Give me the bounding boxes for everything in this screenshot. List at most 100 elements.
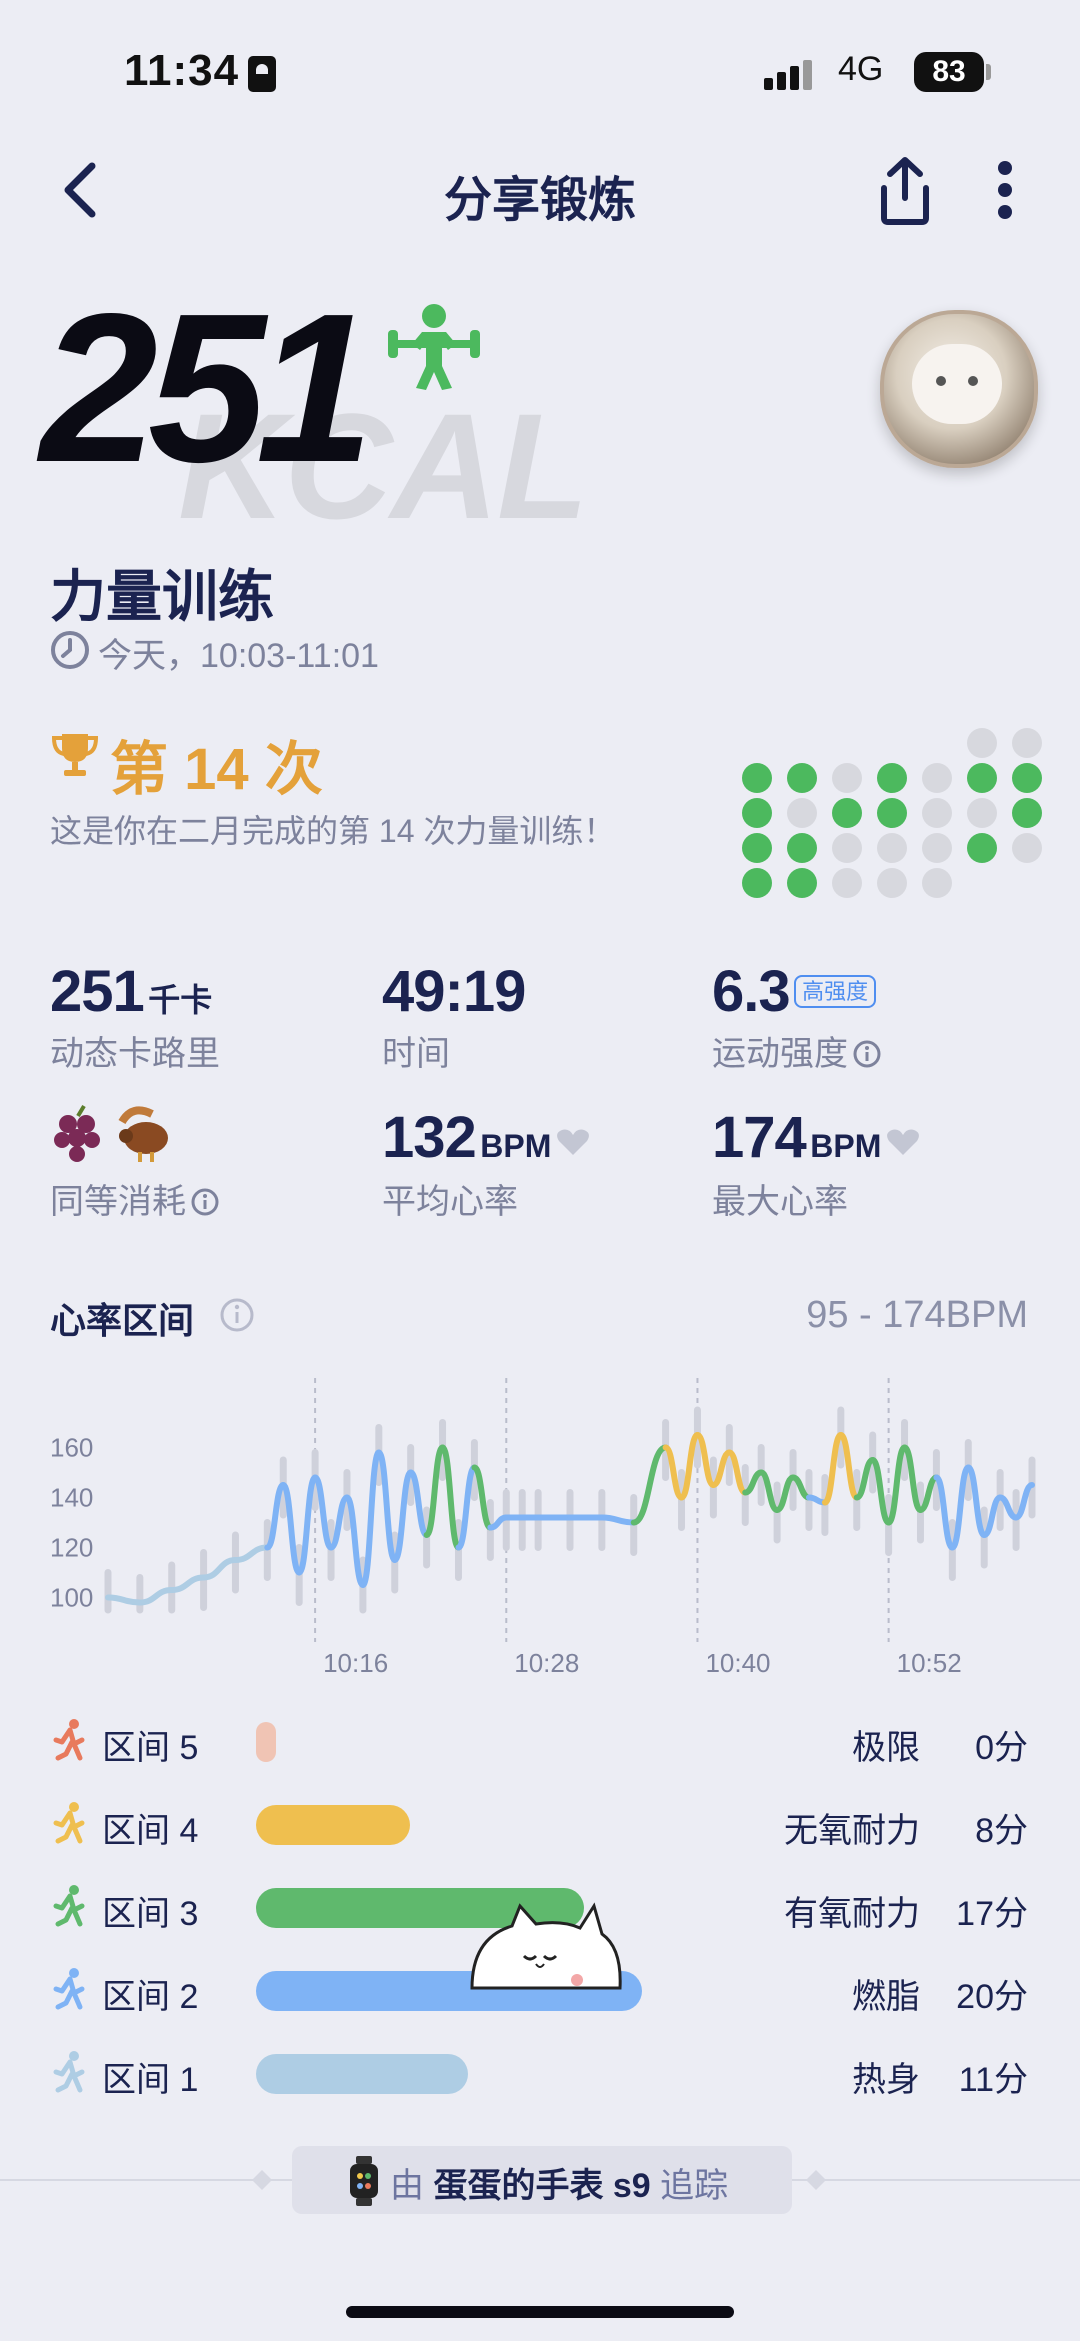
zone-label: 区间 1 [102, 2061, 199, 2099]
activity-dot [877, 798, 907, 828]
calories-label: 动态卡路里 [50, 1035, 220, 1073]
grapes-icon [54, 1104, 100, 1162]
share-icon [881, 157, 929, 225]
more-vertical-icon [998, 161, 1012, 219]
activity-dot [832, 798, 862, 828]
diamond-decor [252, 2170, 272, 2190]
max-hr-unit: BPM [810, 1128, 882, 1164]
tracked-by-suffix: 追踪 [660, 2167, 729, 2205]
cat-sticker [470, 1902, 622, 1990]
activity-dot [1012, 728, 1042, 758]
activity-dot [832, 763, 862, 793]
duration-label: 时间 [382, 1035, 450, 1073]
share-button[interactable] [870, 152, 940, 228]
streak-count: 第 14 次 [110, 737, 323, 802]
device-tracker-text: 由 蛋蛋的手表 s9 追踪 [390, 2158, 728, 2207]
hr-line-segment [630, 1444, 669, 1526]
activity-dot [1012, 763, 1042, 793]
info-icon [853, 1040, 881, 1068]
intensity-label: 运动强度 [712, 1035, 848, 1073]
hr-line-segment [312, 1474, 335, 1551]
y-tick-label: 120 [50, 1533, 93, 1563]
heart-rate-chart: 160 140 120 100 10:16 10:28 10:40 10:52 [50, 1378, 1036, 1678]
activity-dot [922, 833, 952, 863]
zone-name: 燃脂 [852, 1978, 920, 2016]
runner-icon [53, 2051, 85, 2093]
zone-name: 热身 [852, 2061, 920, 2099]
calories-value: 251 [50, 959, 145, 1024]
zone-minutes: 11分 [958, 2061, 1028, 2099]
calories-unit: 千卡 [148, 982, 213, 1018]
y-tick-label: 100 [50, 1583, 93, 1613]
hr-line-segment [343, 1494, 366, 1588]
cat-eye [936, 376, 946, 386]
zone-minutes: 20分 [956, 1978, 1028, 2016]
activity-dot [967, 763, 997, 793]
hr-line-segment [280, 1482, 303, 1576]
zone-label: 区间 2 [102, 1978, 199, 2016]
avg-hr-label: 平均心率 [382, 1183, 518, 1221]
zone-bar [256, 1805, 411, 1845]
streak-description: 这是你在二月完成的第 14 次力量训练！ [50, 813, 616, 849]
cat-face [912, 344, 1002, 424]
equivalent-label-group[interactable]: 同等消耗 [50, 1174, 220, 1223]
signal-icon [764, 56, 824, 90]
hr-line-segment [423, 1444, 446, 1538]
hr-line-segment [296, 1474, 319, 1576]
heart-zone-row: 区间 1 热身 11分 [0, 2042, 1080, 2102]
hr-line-segment [439, 1444, 462, 1551]
hr-line-segment [375, 1449, 398, 1563]
hr-line-segment [168, 1574, 207, 1593]
hr-line-segment [200, 1557, 239, 1581]
cat-eye [968, 376, 978, 386]
max-hr-label: 最大心率 [712, 1183, 848, 1221]
heart-zone-row: 区间 4 无氧耐力 8分 [0, 1793, 1080, 1853]
hr-line-segment [598, 1514, 637, 1526]
equivalent-label: 同等消耗 [50, 1183, 186, 1221]
watch-icon [350, 2156, 378, 2206]
zone-minutes: 8分 [975, 1812, 1028, 1850]
y-tick-label: 160 [50, 1433, 93, 1463]
activity-dot [967, 833, 997, 863]
stat-avg-hr: 132 BPM [382, 1104, 590, 1171]
hr-line-segment [455, 1464, 478, 1551]
hr-line-segment [232, 1544, 271, 1563]
weightlifting-icon [388, 304, 480, 390]
battery-tip [986, 64, 991, 80]
workout-title: 力量训练 [50, 565, 274, 628]
zone-name: 有氧耐力 [784, 1895, 920, 1933]
activity-dot [787, 833, 817, 863]
activity-dot [967, 728, 997, 758]
diamond-decor [806, 2170, 826, 2190]
activity-dot [742, 763, 772, 793]
battery-icon: 83 [914, 52, 984, 92]
activity-dot [742, 868, 772, 898]
zone-name: 无氧耐力 [784, 1812, 920, 1850]
hr-line-segment [359, 1449, 382, 1588]
heart-icon [886, 1129, 919, 1155]
zone-label: 区间 4 [102, 1812, 199, 1850]
more-options-button[interactable] [982, 156, 1028, 226]
hr-line-segment [136, 1587, 175, 1606]
intensity-label-group[interactable]: 运动强度 [712, 1026, 882, 1075]
info-icon[interactable] [218, 1296, 256, 1334]
activity-dot [832, 833, 862, 863]
hr-line-segment [821, 1432, 844, 1506]
activity-dot [1012, 833, 1042, 863]
activity-dot [787, 868, 817, 898]
heart-icon [556, 1129, 589, 1155]
hr-line-segment [391, 1469, 414, 1563]
tracked-by-prefix: 由 [390, 2167, 424, 2205]
y-tick-label: 140 [50, 1483, 93, 1513]
activity-dot [742, 798, 772, 828]
activity-dot [967, 798, 997, 828]
avg-hr-unit: BPM [480, 1128, 552, 1164]
user-avatar[interactable] [880, 310, 1038, 468]
runner-icon [53, 1885, 85, 1927]
hr-line-segment [949, 1464, 972, 1551]
heart-zone-title: 心率区间 [50, 1300, 195, 1341]
x-tick-label: 10:28 [514, 1648, 579, 1678]
activity-dot [877, 763, 907, 793]
zone-label: 区间 3 [102, 1895, 199, 1933]
hr-line-segment [105, 1594, 143, 1606]
